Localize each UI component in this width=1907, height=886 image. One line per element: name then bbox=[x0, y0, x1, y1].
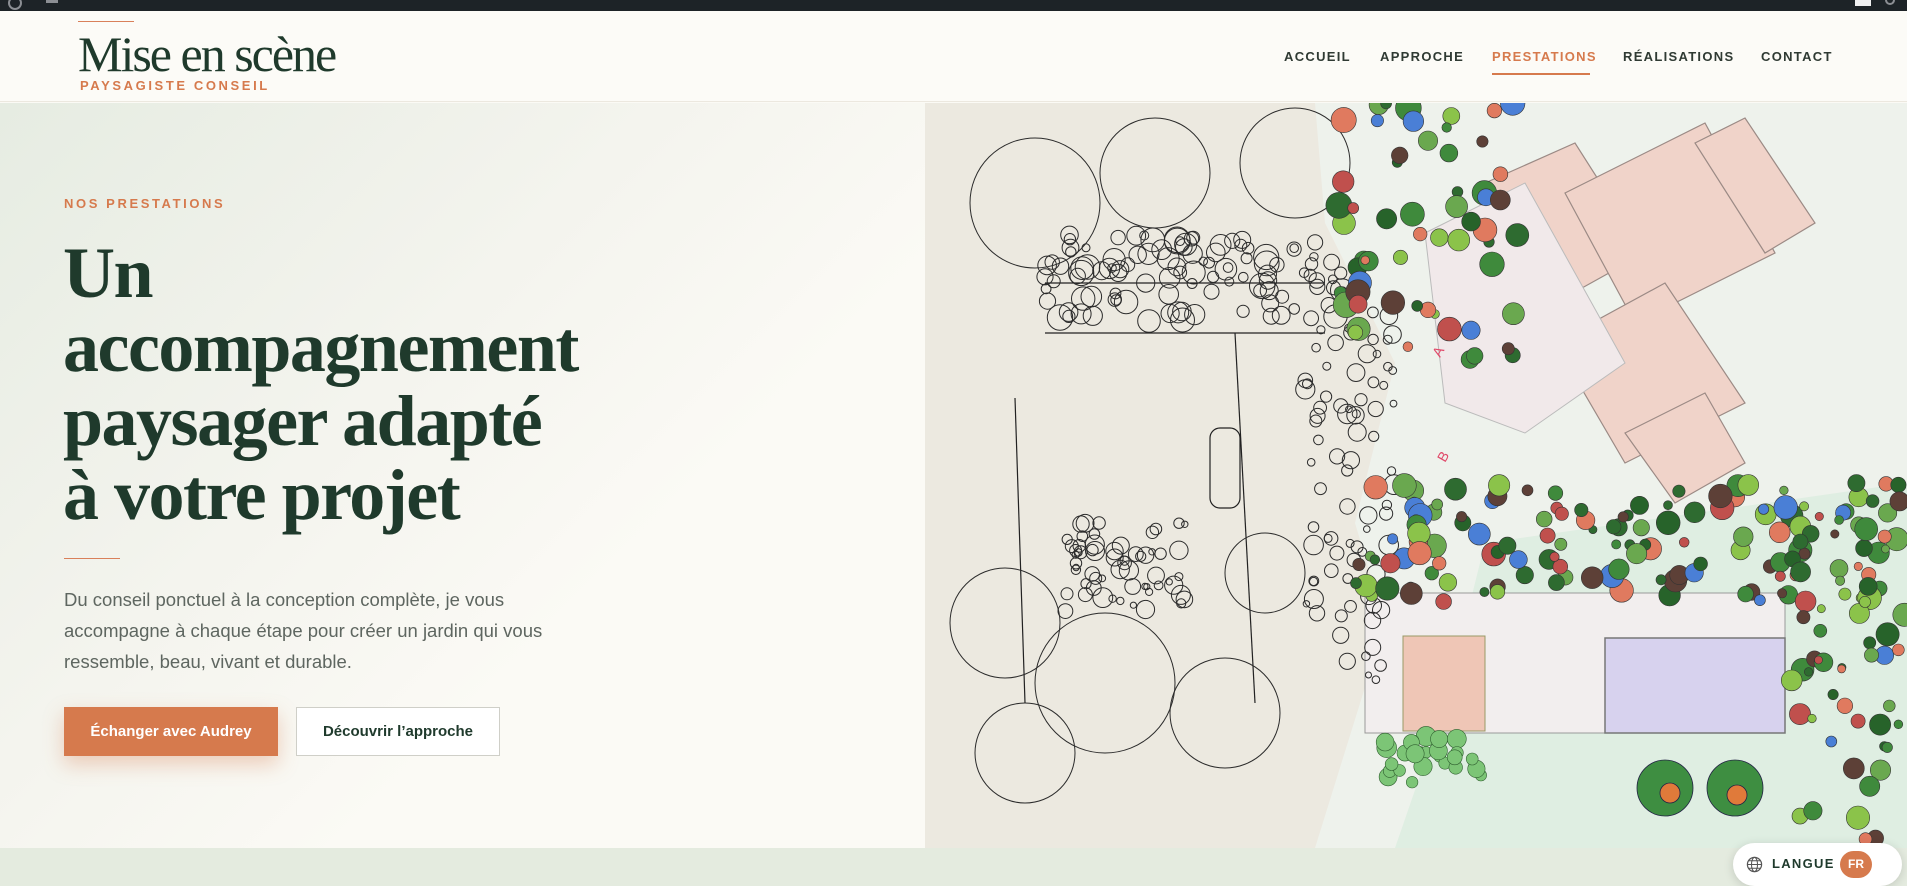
site-header: Mise en scène PAYSAGISTE CONSEIL ACCUEIL… bbox=[0, 11, 1907, 102]
hero-headline: Un accompagnement paysager adapté à votr… bbox=[63, 236, 703, 532]
logo-accent-rule bbox=[78, 21, 134, 22]
nav-item-contact[interactable]: CONTACT bbox=[1761, 49, 1833, 64]
globe-icon bbox=[1746, 856, 1763, 873]
nav-item-prestations[interactable]: PRESTATIONS bbox=[1492, 49, 1597, 64]
headline-accent-rule bbox=[64, 558, 120, 559]
discover-approach-button[interactable]: Découvrir l’approche bbox=[296, 707, 500, 756]
site-logo-subtitle: PAYSAGISTE CONSEIL bbox=[80, 78, 270, 93]
hero-eyebrow: NOS PRESTATIONS bbox=[64, 196, 226, 211]
hero-headline-line: paysager adapté bbox=[63, 381, 543, 461]
admin-avatar-icon[interactable] bbox=[1855, 0, 1871, 6]
hero-headline-line: Un bbox=[63, 233, 154, 313]
hero-headline-line: accompagnement bbox=[63, 307, 579, 387]
language-current-badge[interactable]: FR bbox=[1840, 851, 1872, 878]
hero-lead-text: Du conseil ponctuel à la conception comp… bbox=[64, 584, 584, 677]
hero-lead-line: accompagne à chaque étape pour créer un … bbox=[64, 620, 543, 641]
main-navigation: ACCUEIL APPROCHE PRESTATIONS RÉALISATION… bbox=[0, 49, 1907, 79]
nav-item-realisations[interactable]: RÉALISATIONS bbox=[1623, 49, 1734, 64]
landscape-plan-illustration: B A bbox=[925, 103, 1907, 848]
admin-search-icon[interactable] bbox=[1885, 0, 1895, 5]
nav-active-underline bbox=[1492, 73, 1590, 75]
admin-menu-icon[interactable] bbox=[46, 0, 58, 3]
language-label: LANGUE bbox=[1772, 856, 1835, 871]
wordpress-logo-icon[interactable] bbox=[8, 0, 22, 10]
hero-lead-line: Du conseil ponctuel à la conception comp… bbox=[64, 589, 505, 610]
nav-item-approche[interactable]: APPROCHE bbox=[1380, 49, 1464, 64]
hero-headline-line: à votre projet bbox=[63, 455, 461, 535]
nav-item-accueil[interactable]: ACCUEIL bbox=[1284, 49, 1351, 64]
language-switcher[interactable]: LANGUE FR bbox=[1733, 843, 1902, 886]
hero-lead-line: ressemble, beau, vivant et durable. bbox=[64, 651, 352, 672]
next-section-band bbox=[0, 848, 1907, 886]
contact-audrey-button[interactable]: Échanger avec Audrey bbox=[64, 707, 278, 756]
admin-bar bbox=[0, 0, 1907, 11]
